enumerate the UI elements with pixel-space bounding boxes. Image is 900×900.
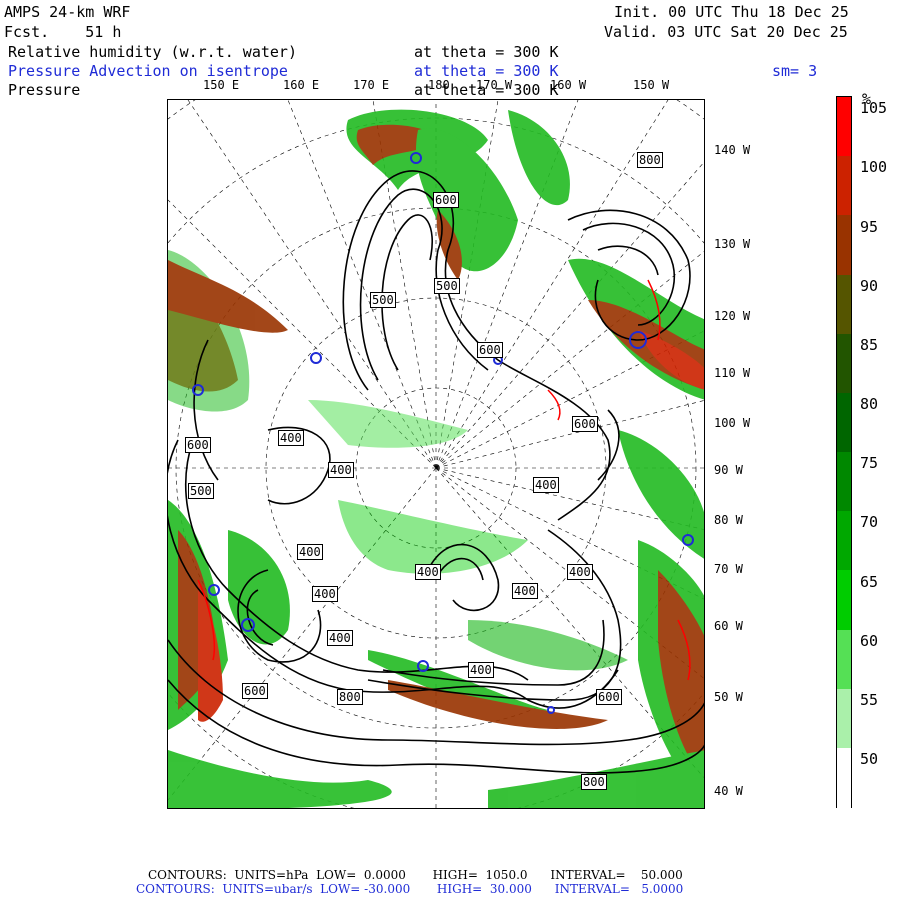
colorbar-segment xyxy=(837,511,851,572)
contour-label: 600 xyxy=(572,416,598,432)
init-time: Init. 00 UTC Thu 18 Dec 25 xyxy=(614,3,849,21)
contour-label: 400 xyxy=(312,586,338,602)
contour-label: 400 xyxy=(468,662,494,678)
lon-label-right: 80 W xyxy=(714,513,743,527)
colorbar-label: 95 xyxy=(860,217,879,236)
field3-name: Pressure xyxy=(8,81,81,99)
lon-label-top: 160 W xyxy=(550,78,587,92)
colorbar-label: 90 xyxy=(860,276,879,295)
colorbar-label: 65 xyxy=(860,572,879,591)
forecast-hour: Fcst. 51 h xyxy=(4,23,122,41)
lon-label-right: 130 W xyxy=(714,237,751,251)
colorbar xyxy=(836,96,852,808)
colorbar-label: 80 xyxy=(860,395,879,413)
lon-label-top: 150 E xyxy=(203,78,240,92)
lon-label-top: 160 E xyxy=(283,78,320,92)
contour-label: 800 xyxy=(581,774,607,790)
colorbar-segment xyxy=(837,570,851,631)
field2-name: Pressure Advection on isentrope xyxy=(8,62,288,80)
lon-label-top: 180 xyxy=(428,78,450,92)
contour-label: 400 xyxy=(533,477,559,493)
colorbar-segment xyxy=(837,274,851,335)
humidity-shading xyxy=(168,109,704,808)
lon-label-top: 150 W xyxy=(633,78,670,92)
lon-label-right: 50 W xyxy=(714,690,743,704)
lon-label-right: 60 W xyxy=(714,619,743,633)
contour-label: 400 xyxy=(278,430,304,446)
colorbar-label: 105 xyxy=(860,99,888,118)
lon-label-top: 170 W xyxy=(476,78,513,92)
colorbar-segment xyxy=(837,333,851,394)
field2-level: at theta = 300 K xyxy=(414,62,559,80)
lon-label-right: 40 W xyxy=(714,784,743,798)
contour-label: 400 xyxy=(567,564,593,580)
contour-label: 600 xyxy=(596,689,622,705)
colorbar-segment xyxy=(837,215,851,276)
colorbar-label: 55 xyxy=(860,690,879,709)
lon-label-right: 100 W xyxy=(714,416,751,430)
contour-label: 600 xyxy=(477,342,503,358)
map-panel: 800 600 500 500 600 600 600 400 400 400 … xyxy=(167,99,705,809)
colorbar-segment xyxy=(837,688,851,749)
lon-label-right: 120 W xyxy=(714,309,751,323)
lon-label-right: 110 W xyxy=(714,366,751,380)
contour-label: 600 xyxy=(433,192,459,208)
colorbar-segment xyxy=(837,156,851,217)
colorbar-segment xyxy=(837,629,851,690)
valid-time: Valid. 03 UTC Sat 20 Dec 25 xyxy=(604,23,848,41)
contour-label: 800 xyxy=(637,152,663,168)
colorbar-segment xyxy=(837,747,851,808)
model-title: AMPS 24-km WRF xyxy=(4,3,131,21)
contour-label: 400 xyxy=(297,544,323,560)
colorbar-segment xyxy=(837,97,851,158)
field1-level: at theta = 300 K xyxy=(414,43,559,61)
colorbar-label: 60 xyxy=(860,631,879,650)
colorbar-label: 70 xyxy=(860,513,879,532)
contour-label: 400 xyxy=(512,583,538,599)
contour-label: 500 xyxy=(370,292,396,308)
footer-contours-pressure: CONTOURS: UNITS=hPa LOW= 0.0000 HIGH= 10… xyxy=(148,868,683,882)
lon-label-top: 170 E xyxy=(353,78,390,92)
colorbar-segment xyxy=(837,452,851,513)
contour-label: 400 xyxy=(415,564,441,580)
colorbar-label: 100 xyxy=(860,158,888,177)
contour-label: 400 xyxy=(327,630,353,646)
footer-contours-advection: CONTOURS: UNITS=ubar/s LOW= -30.000 HIGH… xyxy=(136,882,684,896)
colorbar-label: 50 xyxy=(860,750,879,768)
contour-label: 500 xyxy=(434,278,460,294)
contour-label: 400 xyxy=(328,462,354,478)
colorbar-segment xyxy=(837,392,851,453)
colorbar-label: 75 xyxy=(860,454,879,473)
lon-label-right: 140 W xyxy=(714,143,751,157)
contour-label: 500 xyxy=(188,483,214,499)
lon-label-right: 70 W xyxy=(714,562,743,576)
lon-label-right: 90 W xyxy=(714,463,743,477)
field1-name: Relative humidity (w.r.t. water) xyxy=(8,43,297,61)
smoothing-label: sm= 3 xyxy=(772,62,818,80)
contour-label: 600 xyxy=(242,683,268,699)
colorbar-label: 85 xyxy=(860,335,879,354)
contour-label: 600 xyxy=(185,437,211,453)
contour-label: 800 xyxy=(337,689,363,705)
